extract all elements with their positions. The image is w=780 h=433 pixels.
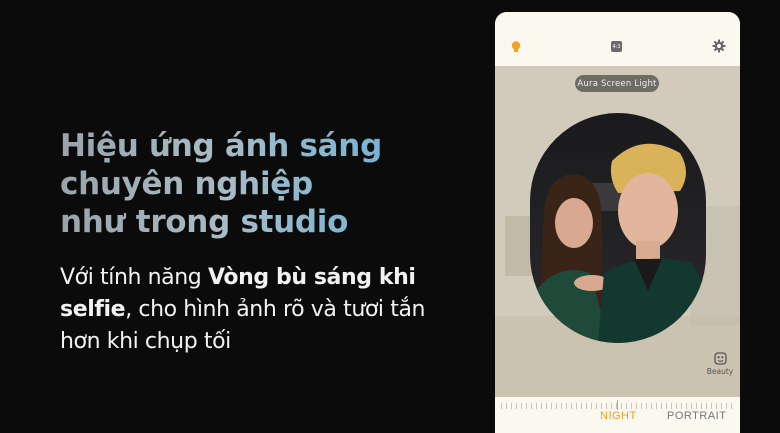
zoom-tick-indicator xyxy=(617,400,618,410)
promo-description: Với tính năng Vòng bù sáng khi selfie, c… xyxy=(60,262,440,358)
mode-night[interactable]: NIGHT xyxy=(600,410,637,422)
headline-line-2: chuyên nghiệp xyxy=(60,166,313,202)
beauty-icon xyxy=(713,352,727,365)
beauty-label: Beauty xyxy=(706,367,734,376)
camera-top-bar: 4:3 xyxy=(495,12,740,66)
aura-screen-light-chip[interactable]: Aura Screen Light xyxy=(575,75,659,92)
headline-line-1: Hiệu ứng ánh sáng xyxy=(60,128,382,164)
gear-icon[interactable] xyxy=(712,39,726,53)
phone-camera-screen: 4:3 Aura Screen Light Beauty NIGHT PORTR… xyxy=(495,12,740,433)
beauty-button[interactable]: Beauty xyxy=(703,352,737,382)
bulb-icon[interactable] xyxy=(509,40,523,54)
promo-headline: Hiệu ứng ánh sáng chuyên nghiệp như tron… xyxy=(60,127,420,241)
mode-portrait[interactable]: PORTRAIT xyxy=(667,410,726,422)
headline-line-3: như trong studio xyxy=(60,204,349,240)
aspect-ratio-icon[interactable]: 4:3 xyxy=(611,41,622,52)
selfie-ring-light-preview xyxy=(530,113,706,343)
description-text-start: Với tính năng xyxy=(60,265,208,290)
